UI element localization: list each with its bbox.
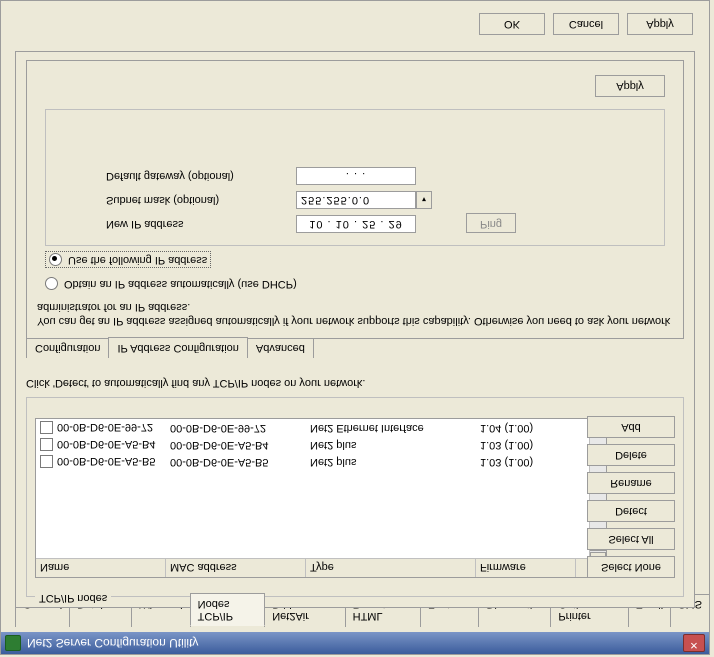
apply-button[interactable]: Apply (627, 13, 693, 35)
select-none-button[interactable]: Select None (587, 556, 675, 578)
radio-icon[interactable] (49, 253, 62, 266)
window-title: Net2 Server Configuration Utility (27, 636, 198, 650)
node-action-buttons: Add Delete Rename Detect Select All Sele… (587, 416, 675, 578)
add-button[interactable]: Add (587, 416, 675, 438)
subtab-advanced[interactable]: Advanced (247, 338, 314, 358)
app-icon (5, 635, 21, 651)
new-ip-row: New IP address 10 . 10 . 25 . 29 (106, 215, 416, 233)
tab-panel: TCP/IP nodes Name MAC address Type Firmw… (15, 51, 695, 608)
ip-fields-group: New IP address 10 . 10 . 25 . 29 Subnet … (45, 109, 665, 246)
radio-static[interactable]: Use the following IP address (45, 251, 211, 268)
gateway-row: Default gateway (optional) . . . (106, 167, 416, 185)
radio-dhcp[interactable]: Obtain an IP address automatically (use … (45, 277, 297, 290)
table-row[interactable]: 00-0B-D6-0E-A5-B5 00-0B-D6-0E-A5-B5 Net2… (36, 453, 590, 470)
app-window: Net2 Server Configuration Utility ✕ Gene… (0, 0, 710, 655)
subtab-ip-config[interactable]: IP Address Configuration (108, 337, 247, 357)
rename-button[interactable]: Rename (587, 472, 675, 494)
subtab-configuration[interactable]: Configuration (26, 338, 109, 358)
table-body: 00-0B-D6-0E-99-72 00-0B-D6-0E-99-72 Net2… (36, 419, 590, 559)
gateway-label: Default gateway (optional) (106, 170, 234, 182)
instruction-text: Click 'Detect' to automatically find any… (26, 377, 365, 389)
chevron-down-icon[interactable]: ▾ (416, 191, 432, 209)
detect-button[interactable]: Detect (587, 500, 675, 522)
titlebar: Net2 Server Configuration Utility ✕ (1, 632, 709, 654)
radio-dhcp-label: Obtain an IP address automatically (use … (64, 278, 297, 290)
table-row[interactable]: 00-0B-D6-0E-99-72 00-0B-D6-0E-99-72 Net2… (36, 419, 590, 436)
apply-ip-button[interactable]: Apply (595, 75, 665, 97)
radio-icon[interactable] (45, 277, 58, 290)
tcpip-nodes-group: TCP/IP nodes Name MAC address Type Firmw… (26, 397, 684, 597)
delete-button[interactable]: Delete (587, 444, 675, 466)
close-button[interactable]: ✕ (683, 634, 705, 652)
ip-description: You can get an IP address assigned autom… (37, 300, 673, 328)
row-checkbox[interactable] (40, 455, 53, 468)
nodes-table: Name MAC address Type Firmware 00-0B-D6-… (35, 418, 607, 578)
gateway-input[interactable]: . . . (296, 167, 416, 185)
ping-button[interactable]: Ping (466, 213, 516, 233)
new-ip-label: New IP address (106, 218, 183, 230)
subnet-label: Subnet mask (optional) (106, 194, 219, 206)
ok-button[interactable]: OK (479, 13, 545, 35)
col-firmware[interactable]: Firmware (476, 559, 576, 577)
subnet-input[interactable]: 255.255.0.0 (296, 191, 416, 209)
sub-tabs: Configuration IP Address Configuration A… (26, 337, 313, 357)
select-all-button[interactable]: Select All (587, 528, 675, 550)
table-header: Name MAC address Type Firmware (36, 558, 590, 577)
ip-config-panel: You can get an IP address assigned autom… (26, 60, 684, 339)
table-row[interactable]: 00-0B-D6-0E-A5-B4 00-0B-D6-0E-A5-B4 Net2… (36, 436, 590, 453)
col-mac[interactable]: MAC address (166, 559, 306, 577)
row-checkbox[interactable] (40, 438, 53, 451)
col-name[interactable]: Name (36, 559, 166, 577)
dialog-buttons: OK Cancel Apply (479, 13, 693, 35)
tab-tcpip-nodes[interactable]: TCP/IP Nodes (190, 593, 266, 626)
subnet-row: Subnet mask (optional) 255.255.0.0 ▾ (106, 191, 432, 209)
radio-static-label: Use the following IP address (68, 254, 207, 266)
new-ip-input[interactable]: 10 . 10 . 25 . 29 (296, 215, 416, 233)
row-checkbox[interactable] (40, 421, 53, 434)
cancel-button[interactable]: Cancel (553, 13, 619, 35)
col-type[interactable]: Type (306, 559, 476, 577)
group-label: TCP/IP nodes (35, 592, 111, 604)
